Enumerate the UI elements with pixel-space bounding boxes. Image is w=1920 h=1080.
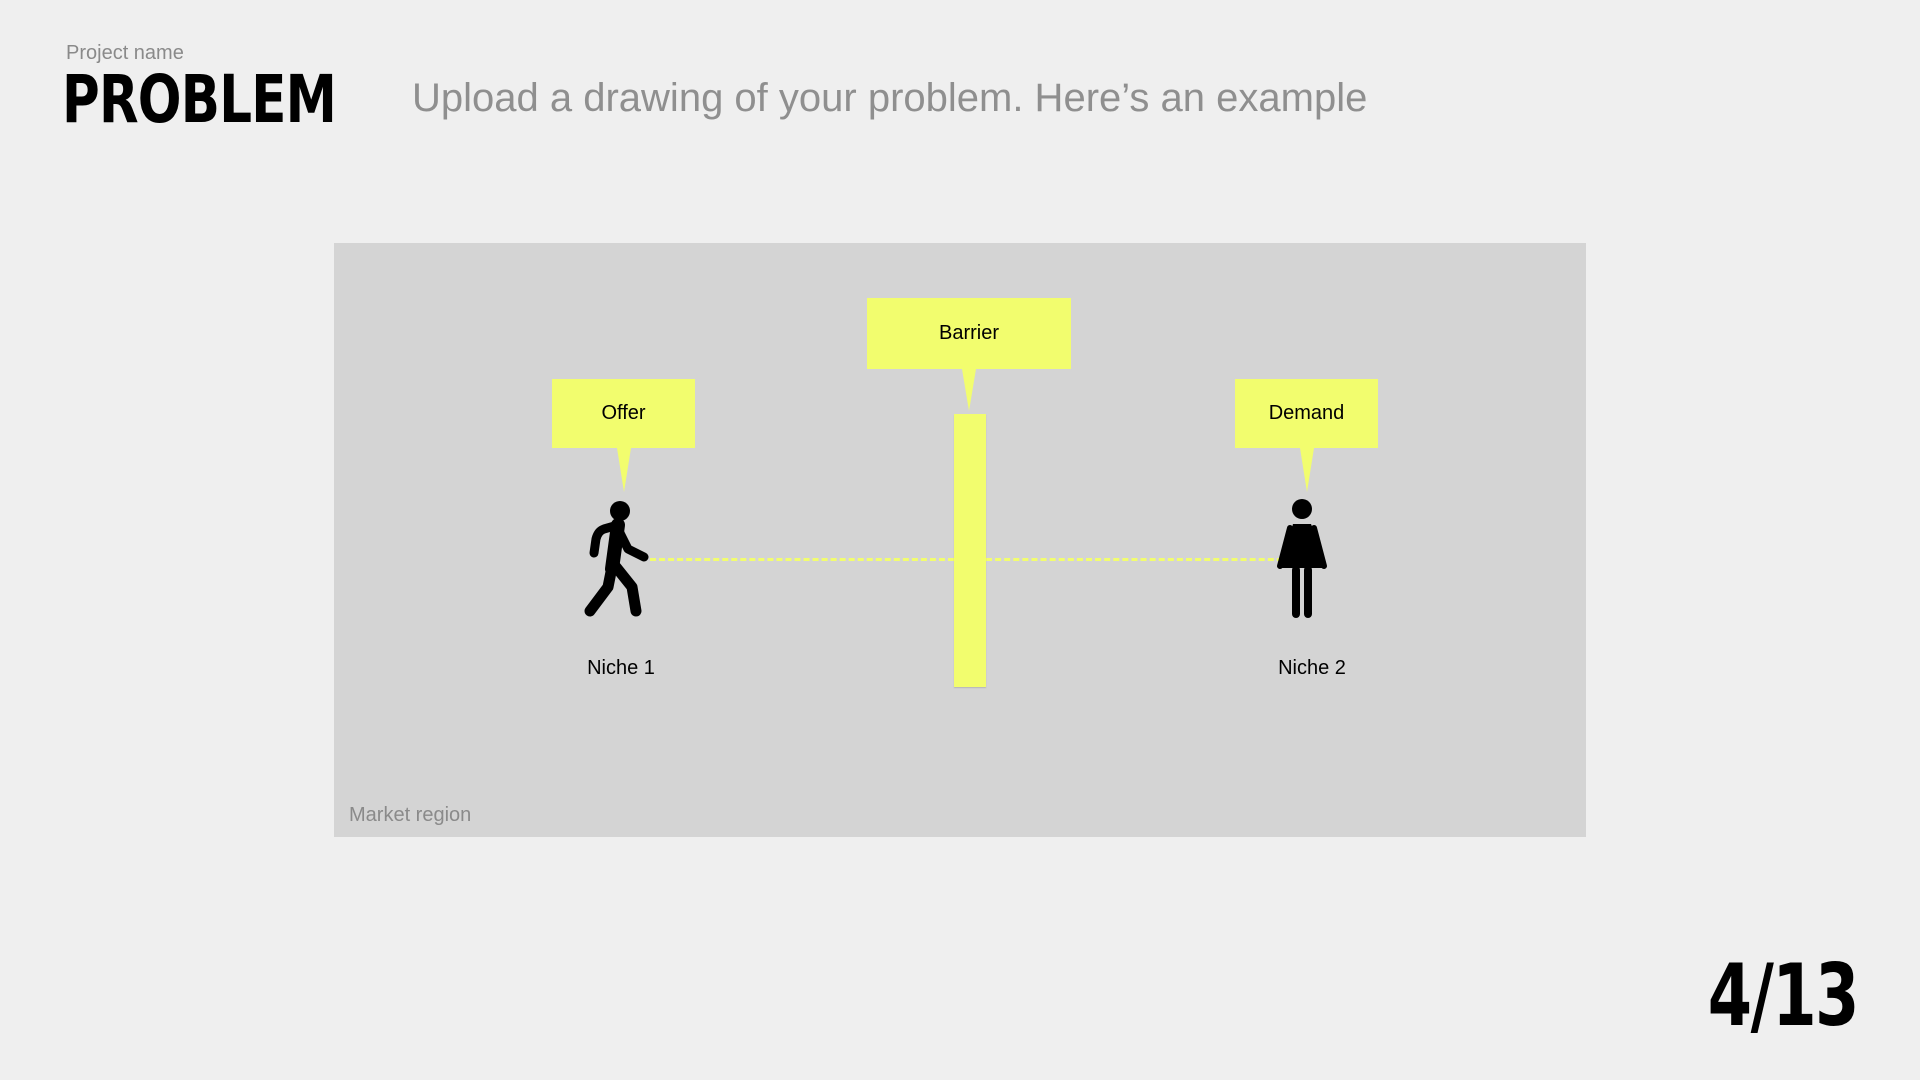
connection-line-right xyxy=(986,558,1292,561)
barrier-callout: Barrier xyxy=(867,298,1071,369)
offer-callout-label: Offer xyxy=(601,402,646,424)
barrier-wall xyxy=(954,414,986,687)
niche-1-label: Niche 1 xyxy=(587,657,655,679)
niche-2-label: Niche 2 xyxy=(1278,657,1346,679)
walking-person-icon xyxy=(584,501,649,617)
connection-line-left xyxy=(650,558,954,561)
market-region-label: Market region xyxy=(349,804,472,826)
demand-callout-label: Demand xyxy=(1268,402,1345,424)
woman-icon xyxy=(1277,499,1327,618)
market-region-diagram: Offer Barrier Demand Niche 1 Niche 2 Mar… xyxy=(334,243,1586,837)
page-subtitle: Upload a drawing of your problem. Here’s… xyxy=(412,76,1368,120)
barrier-callout-label: Barrier xyxy=(938,322,999,344)
demand-callout: Demand xyxy=(1235,379,1378,448)
page-title: PROBLEM xyxy=(62,61,337,138)
page-counter: 4/13 xyxy=(1707,946,1860,1046)
offer-callout: Offer xyxy=(552,379,695,448)
